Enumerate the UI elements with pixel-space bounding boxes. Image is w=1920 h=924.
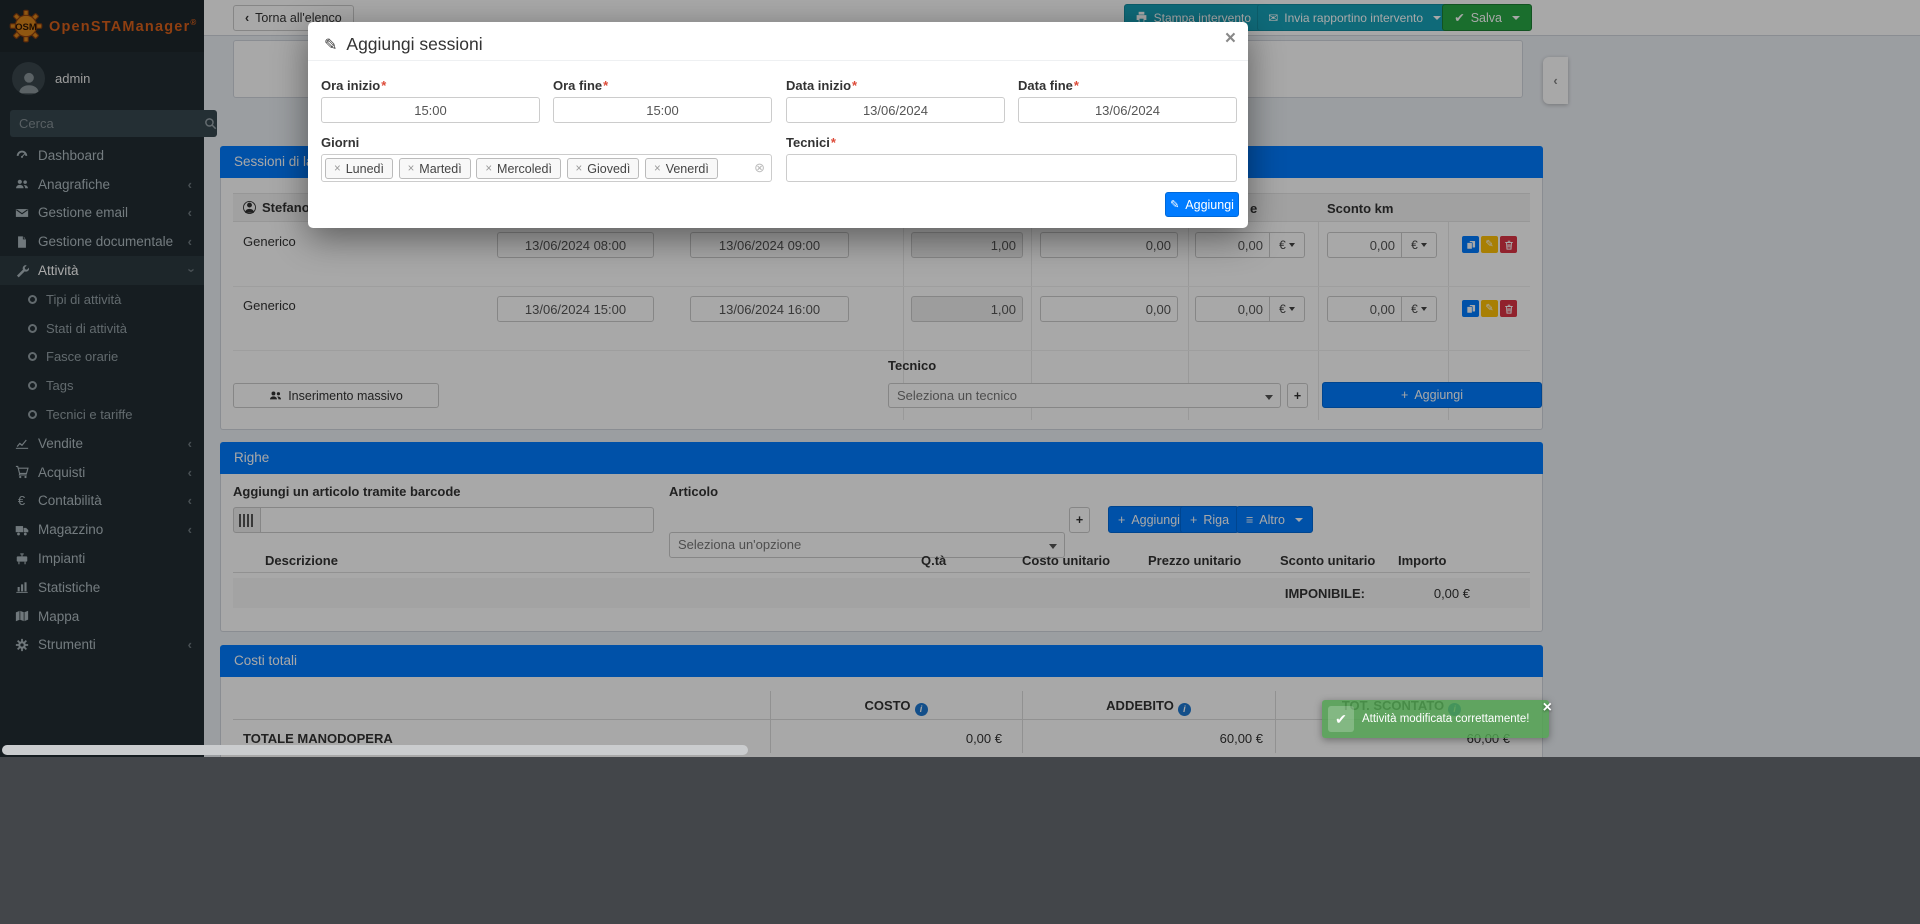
day-chip-venerdi[interactable]: ×Venerdì [645, 158, 718, 179]
giorni-multiselect[interactable]: ×Lunedì ×Martedì ×Mercoledì ×Giovedì ×Ve… [321, 154, 772, 182]
day-chip-martedi[interactable]: ×Martedì [399, 158, 471, 179]
data-fine-label: Data fine* [1018, 78, 1079, 93]
remove-chip-icon[interactable]: × [334, 163, 341, 175]
remove-chip-icon[interactable]: × [576, 163, 583, 175]
remove-chip-icon[interactable]: × [654, 163, 661, 175]
toast-notification: ✔ Attività modificata correttamente! × [1322, 700, 1549, 738]
data-inizio-label: Data inizio* [786, 78, 857, 93]
check-icon: ✔ [1328, 706, 1354, 732]
day-chip-giovedi[interactable]: ×Giovedì [567, 158, 640, 179]
data-inizio-input[interactable] [786, 97, 1005, 123]
tecnici-label: Tecnici* [786, 135, 836, 150]
app-window: ‹ Torna all'elenco Stampa intervento ✉ I… [0, 0, 1920, 924]
ora-inizio-input[interactable] [321, 97, 540, 123]
data-fine-input[interactable] [1018, 97, 1237, 123]
modal-title-row: ✎ Aggiungi sessioni [324, 34, 483, 55]
horizontal-scrollbar[interactable] [2, 745, 748, 755]
add-sessions-modal: ✎ Aggiungi sessioni × Ora inizio* Ora fi… [308, 22, 1248, 228]
edit-icon: ✎ [1170, 198, 1179, 211]
giorni-label: Giorni [321, 135, 359, 150]
remove-chip-icon[interactable]: × [408, 163, 415, 175]
toast-message: Attività modificata correttamente! [1362, 700, 1529, 738]
pencil-icon: ✎ [324, 35, 337, 55]
remove-chip-icon[interactable]: × [485, 163, 492, 175]
clear-selection-icon[interactable]: ⊗ [754, 161, 765, 174]
tecnici-input[interactable] [786, 154, 1237, 182]
modal-close-button[interactable]: × [1225, 28, 1236, 50]
modal-submit-label: Aggiungi [1185, 198, 1234, 212]
day-chip-mercoledi[interactable]: ×Mercoledì [476, 158, 561, 179]
modal-title: Aggiungi sessioni [346, 34, 482, 55]
ora-fine-label: Ora fine* [553, 78, 608, 93]
modal-divider [308, 60, 1248, 61]
day-chip-lunedi[interactable]: ×Lunedì [325, 158, 393, 179]
toast-close-button[interactable]: × [1543, 699, 1552, 717]
modal-submit-button[interactable]: ✎ Aggiungi [1165, 192, 1239, 217]
ora-inizio-label: Ora inizio* [321, 78, 386, 93]
ora-fine-input[interactable] [553, 97, 772, 123]
